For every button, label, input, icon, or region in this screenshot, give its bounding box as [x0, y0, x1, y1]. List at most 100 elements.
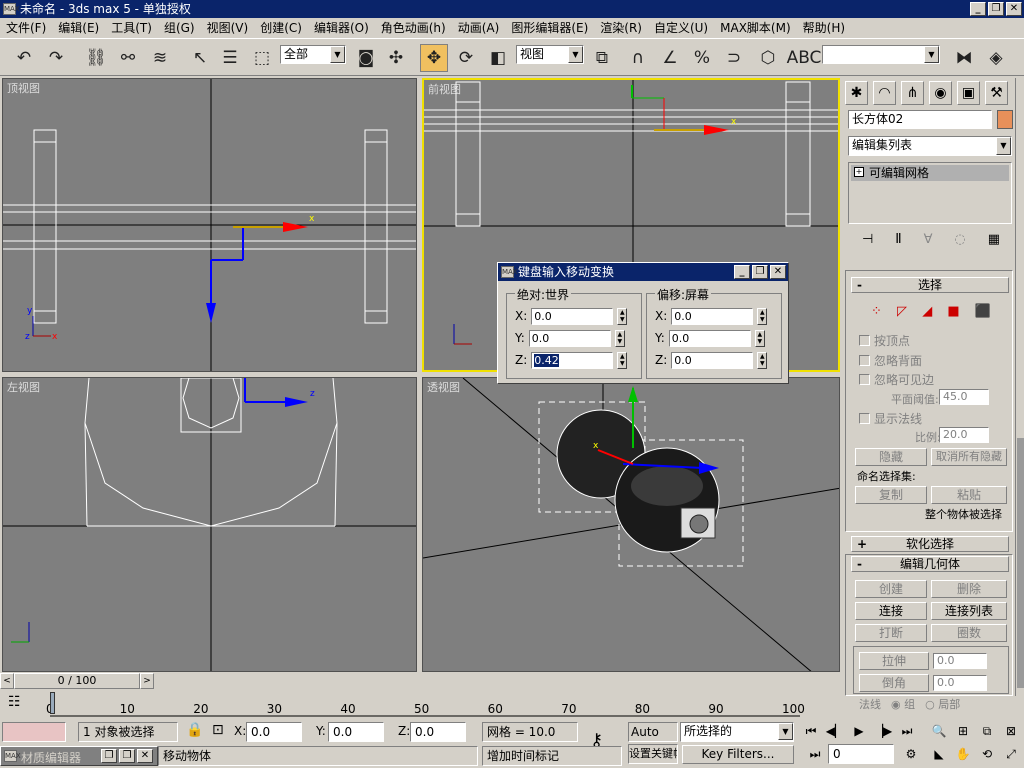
current-frame-field[interactable]: 0 — [828, 744, 894, 764]
offset-x-spinner[interactable]: X: 0.0 ▲ ▼ — [655, 306, 775, 326]
group-radio[interactable]: ◉ 组 — [891, 696, 915, 712]
key-mode-dropdown[interactable]: 所选择的 ▼ — [680, 722, 794, 742]
named-sel-icon[interactable]: ⬡ — [754, 44, 782, 72]
zoom-icon[interactable]: 🔍 — [928, 721, 950, 741]
status-y-field[interactable]: 0.0 — [328, 722, 384, 742]
attach-list-button[interactable]: 连接列表 — [931, 602, 1007, 620]
menu-maxscript[interactable]: MAX脚本(M) — [714, 19, 797, 36]
menu-create[interactable]: 创建(C) — [254, 19, 308, 36]
material-editor-restore[interactable]: ❐ — [101, 749, 117, 763]
select-arrow-icon[interactable]: ↖ — [186, 44, 214, 72]
pivot-center-icon[interactable]: ⧉ — [588, 44, 616, 72]
redo-icon[interactable]: ↷ — [42, 44, 70, 72]
current-frame-marker[interactable] — [50, 692, 55, 714]
menu-customize[interactable]: 自定义(U) — [648, 19, 714, 36]
add-time-tag[interactable]: 增加时间标记 — [482, 746, 622, 766]
menu-edit[interactable]: 编辑(E) — [52, 19, 105, 36]
material-editor-close[interactable]: ✕ — [137, 749, 153, 763]
menu-group[interactable]: 组(G) — [158, 19, 201, 36]
show-end-result-icon[interactable]: Ⅱ — [895, 232, 901, 252]
zoom-extents-all-icon[interactable]: ⊠ — [1000, 721, 1022, 741]
move-icon[interactable]: ✥ — [420, 44, 448, 72]
angle-snap-icon[interactable]: ∠ — [656, 44, 684, 72]
abs-y-input[interactable]: 0.0 — [528, 329, 611, 347]
prev-frame-icon[interactable]: ◀▏ — [824, 721, 846, 741]
create-tab-icon[interactable]: ✱ — [845, 81, 868, 105]
edit-named-sel-icon[interactable]: ABC — [787, 44, 822, 72]
track-bar[interactable]: ☷ 0102030405060708090100 — [0, 690, 840, 718]
hide-button[interactable]: 隐藏 — [855, 448, 927, 466]
menu-tools[interactable]: 工具(T) — [105, 19, 158, 36]
lock-selection-icon[interactable]: 🔒 — [186, 722, 203, 738]
chamfer-button[interactable]: 倒角 — [859, 674, 929, 692]
percent-snap-icon[interactable]: % — [688, 44, 716, 72]
dialog-maximize-button[interactable]: ❐ — [752, 265, 768, 279]
delete-button[interactable]: 删除 — [931, 580, 1007, 598]
abs-y-spinner[interactable]: Y: 0.0 ▲ ▼ — [515, 328, 635, 348]
key-filters-button[interactable]: Key Filters... — [682, 745, 794, 764]
extrude-button[interactable]: 拉伸 — [859, 652, 929, 670]
make-unique-icon[interactable]: ∀ — [924, 232, 933, 252]
detach-button[interactable]: 打断 — [855, 624, 927, 642]
command-panel-scrollbar[interactable] — [1015, 78, 1024, 696]
bind-space-warp-icon[interactable]: ≋ — [146, 44, 174, 72]
tessellate-button[interactable]: 圈数 — [931, 624, 1007, 642]
vertex-icon[interactable]: ⁘ — [871, 304, 882, 322]
plane-thresh-input[interactable]: 45.0 — [939, 389, 989, 405]
menu-rendering[interactable]: 渲染(R) — [594, 19, 648, 36]
undo-icon[interactable]: ↶ — [10, 44, 38, 72]
object-color-swatch[interactable] — [997, 110, 1013, 129]
snap-toggle-icon[interactable]: ∩ — [624, 44, 652, 72]
menu-views[interactable]: 视图(V) — [201, 19, 255, 36]
create-button[interactable]: 创建 — [855, 580, 927, 598]
copy-button[interactable]: 复制 — [855, 486, 927, 504]
align-icon[interactable]: ◈ — [982, 44, 1010, 72]
chamfer-input[interactable]: 0.0 — [933, 675, 987, 691]
selection-filter-dropdown[interactable]: 全部 ▼ — [280, 45, 346, 64]
scale-icon[interactable]: ◧ — [484, 44, 512, 72]
set-key-button[interactable]: 设置关键帧 — [628, 744, 678, 764]
maximize-viewport-icon[interactable]: ⤢ — [1000, 744, 1022, 764]
show-normals-checkbox[interactable]: 显示法线 — [859, 410, 922, 427]
maxscript-listener[interactable] — [2, 722, 66, 742]
element-icon[interactable]: ⬛ — [975, 304, 991, 322]
select-manipulate-icon[interactable]: ✣ — [382, 44, 410, 72]
unlink-icon[interactable]: ⚯ — [114, 44, 142, 72]
modify-tab-icon[interactable]: ◠ — [873, 81, 896, 105]
time-prev-icon[interactable]: < — [0, 673, 14, 689]
menu-animation[interactable]: 动画(A) — [452, 19, 506, 36]
named-selection-dropdown[interactable]: ▼ — [822, 45, 940, 64]
abs-x-input[interactable]: 0.0 — [531, 307, 614, 325]
close-button[interactable]: ✕ — [1006, 2, 1022, 16]
viewport-left[interactable]: 左视图 z — [2, 377, 417, 672]
dialog-minimize-button[interactable]: _ — [734, 265, 750, 279]
offset-z-input[interactable]: 0.0 — [671, 351, 754, 369]
dialog-close-button[interactable]: ✕ — [770, 265, 786, 279]
by-vertex-checkbox[interactable]: 按顶点 — [859, 332, 910, 349]
time-next-icon[interactable]: > — [140, 673, 154, 689]
goto-start-icon[interactable]: ⏮ — [800, 721, 822, 741]
rollout-selection[interactable]: - 选择 — [851, 277, 1009, 293]
unhide-all-button[interactable]: 取消所有隐藏 — [931, 448, 1007, 466]
menu-graph-editors[interactable]: 图形编辑器(E) — [505, 19, 594, 36]
status-x-field[interactable]: 0.0 — [246, 722, 302, 742]
abs-x-spinner[interactable]: X: 0.0 ▲ ▼ — [515, 306, 635, 326]
material-editor-maximize[interactable]: ❐ — [119, 749, 135, 763]
link-icon[interactable]: ⛓ — [82, 44, 110, 72]
fov-icon[interactable]: ◣ — [928, 744, 950, 764]
display-tab-icon[interactable]: ▣ — [957, 81, 980, 105]
motion-tab-icon[interactable]: ◉ — [929, 81, 952, 105]
viewport-perspective[interactable]: 透视图 x — [422, 377, 840, 672]
configure-sets-icon[interactable]: ▦ — [988, 232, 1000, 252]
minimize-button[interactable]: _ — [970, 2, 986, 16]
reference-coord-dropdown[interactable]: 视图 ▼ — [516, 45, 584, 64]
maximize-button[interactable]: ❐ — [988, 2, 1004, 16]
rect-region-icon[interactable]: ⬚ — [248, 44, 276, 72]
menu-character[interactable]: 角色动画(h) — [375, 19, 452, 36]
time-config-icon[interactable]: ⚙ — [900, 744, 922, 764]
normal-scale-input[interactable]: 20.0 — [939, 427, 989, 443]
rollout-edit-geometry[interactable]: - 编辑几何体 — [851, 556, 1009, 572]
offset-y-input[interactable]: 0.0 — [668, 329, 751, 347]
time-slider[interactable]: < 0 / 100 > — [0, 672, 840, 690]
abs-z-spinner[interactable]: Z: 0.42 ▲ ▼ — [515, 350, 635, 370]
